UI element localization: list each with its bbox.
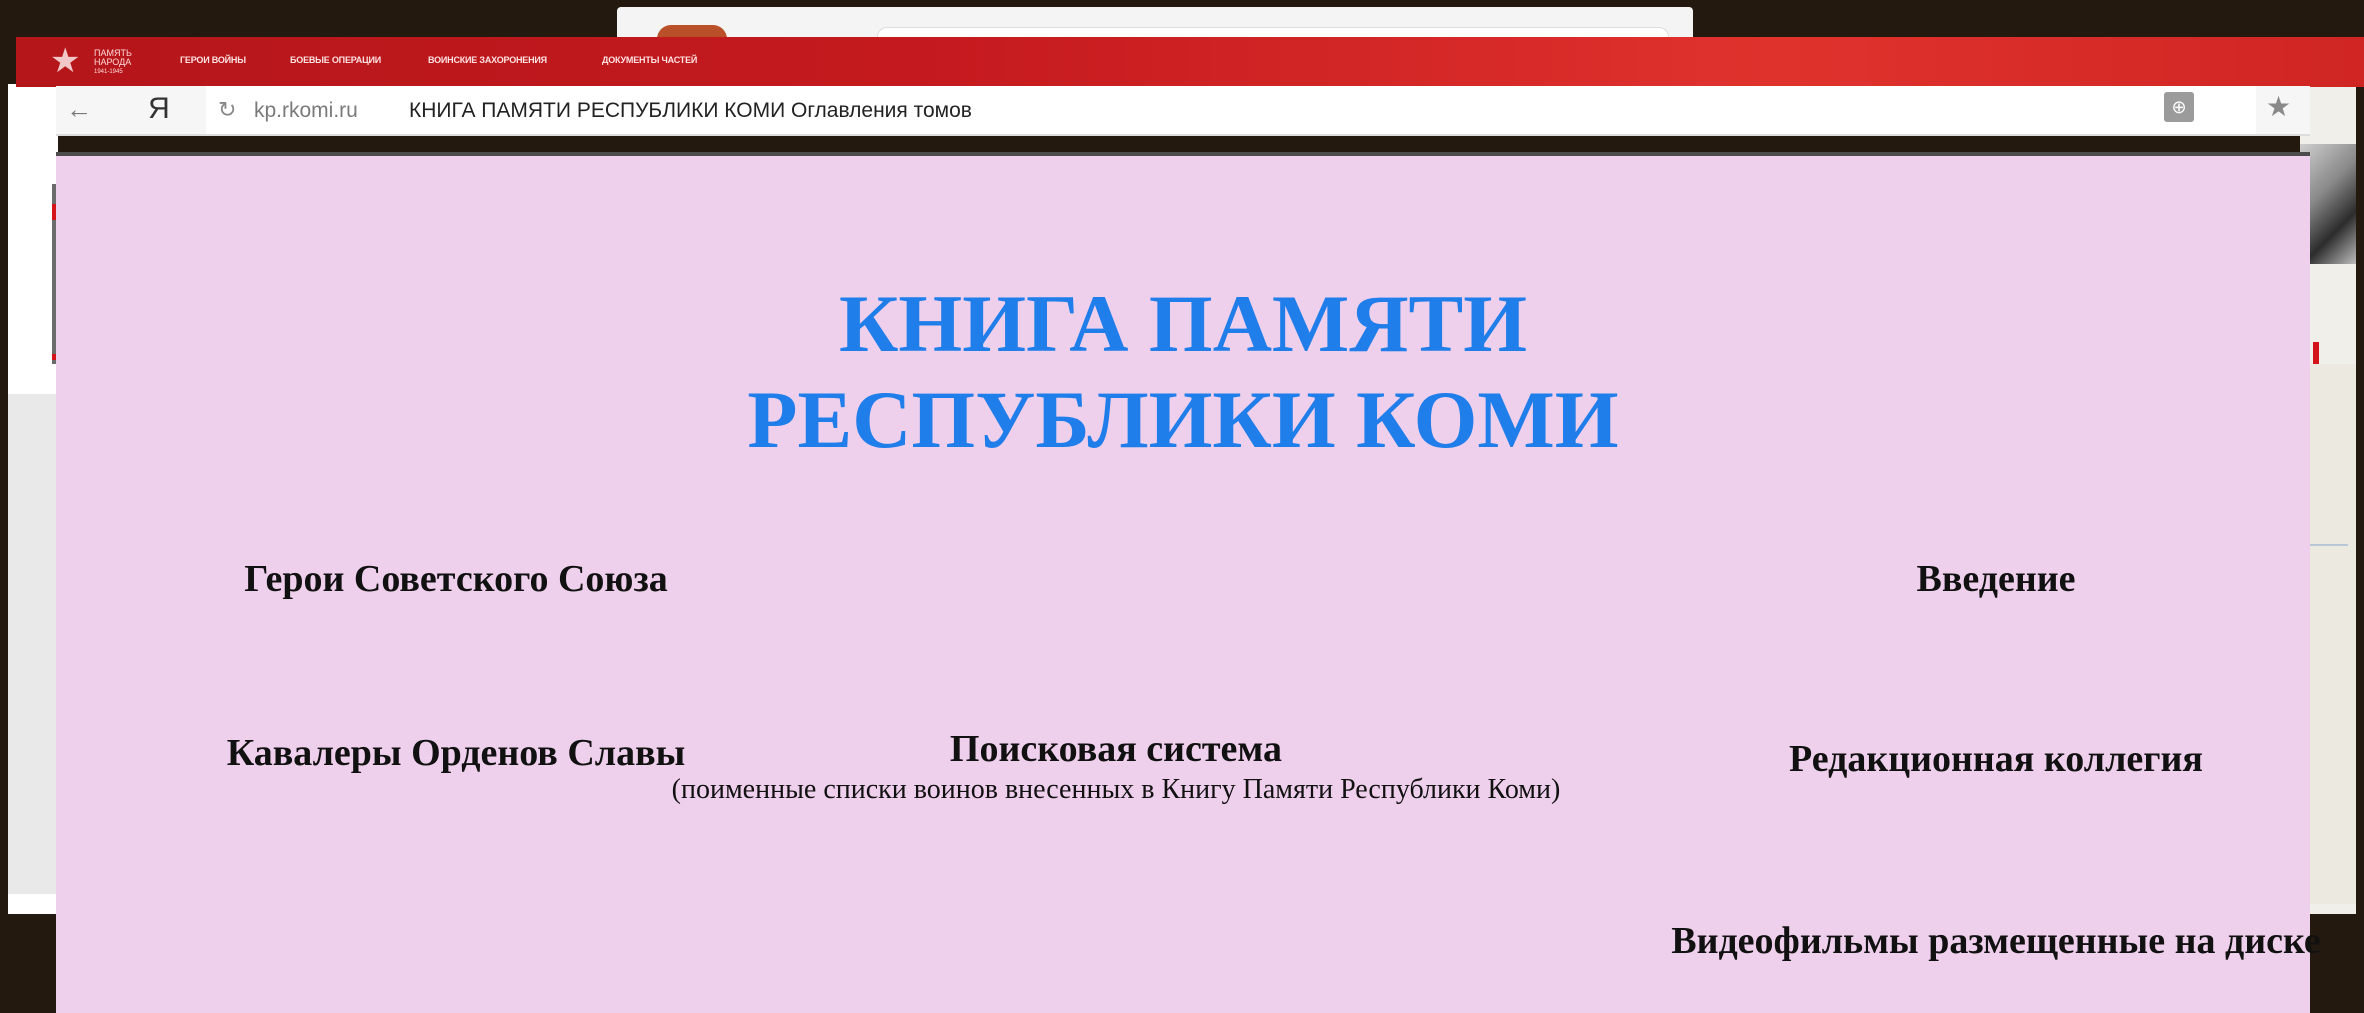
logo-text: НАРОДА: [94, 57, 132, 67]
nav-link-operations[interactable]: БОЕВЫЕ ОПЕРАЦИИ: [290, 55, 381, 65]
page-title: РЕСПУБЛИКИ КОМИ: [747, 374, 1619, 465]
back-arrow-icon[interactable]: ←: [62, 92, 96, 126]
background-window-left: [8, 84, 58, 914]
globe-icon[interactable]: ⊕: [2164, 92, 2194, 122]
url-domain: kp.rkomi.ru: [254, 99, 358, 122]
link-glory-order-cavaliers[interactable]: Кавалеры Орденов Славы: [206, 730, 706, 776]
link-search-system[interactable]: Поисковая система (поименные списки воин…: [656, 726, 1576, 808]
reload-icon[interactable]: ↻: [218, 96, 236, 124]
search-system-description: (поименные списки воинов внесенных в Кни…: [671, 774, 1561, 805]
nav-link-documents[interactable]: ДОКУМЕНТЫ ЧАСТЕЙ: [602, 55, 697, 65]
background-map-pin-icon: [2313, 342, 2319, 364]
page-title: КНИГА ПАМЯТИ: [838, 278, 1528, 369]
background-map-road: [2308, 544, 2348, 546]
star-icon: ★: [50, 42, 81, 80]
search-system-title: Поисковая система: [949, 728, 1283, 770]
background-panel: [8, 394, 58, 894]
bookmark-star-icon[interactable]: ★: [2266, 88, 2291, 126]
link-videos-on-disk[interactable]: Видеофильмы размещенные на диске: [1626, 918, 2364, 964]
link-introduction[interactable]: Введение: [1776, 556, 2216, 602]
site-nav-bar: ★ ПАМЯТЬ НАРОДА 1941-1945 ГЕРОИ ВОЙНЫ БО…: [16, 37, 2364, 87]
browser-address-bar: ← Я ↻ kp.rkomi.ru КНИГА ПАМЯТИ РЕСПУБЛИК…: [56, 86, 2310, 136]
pamyat-naroda-logo[interactable]: ★ ПАМЯТЬ НАРОДА 1941-1945: [50, 42, 150, 84]
url-field[interactable]: ↻ kp.rkomi.ru КНИГА ПАМЯТИ РЕСПУБЛИКИ КО…: [206, 86, 2256, 134]
yandex-icon[interactable]: Я: [142, 92, 176, 126]
url-page-title: КНИГА ПАМЯТИ РЕСПУБЛИКИ КОМИ Оглавления …: [409, 99, 972, 122]
page-content: КНИГА ПАМЯТИ РЕСПУБЛИКИ КОМИ Герои Совет…: [56, 152, 2321, 1013]
link-heroes-ussr[interactable]: Герои Советского Союза: [146, 556, 766, 602]
nav-link-burials[interactable]: ВОИНСКИЕ ЗАХОРОНЕНИЯ: [428, 55, 547, 65]
nav-link-heroes[interactable]: ГЕРОИ ВОЙНЫ: [180, 55, 246, 65]
link-editorial-board[interactable]: Редакционная коллегия: [1656, 736, 2336, 782]
logo-text: 1941-1945: [94, 69, 123, 75]
